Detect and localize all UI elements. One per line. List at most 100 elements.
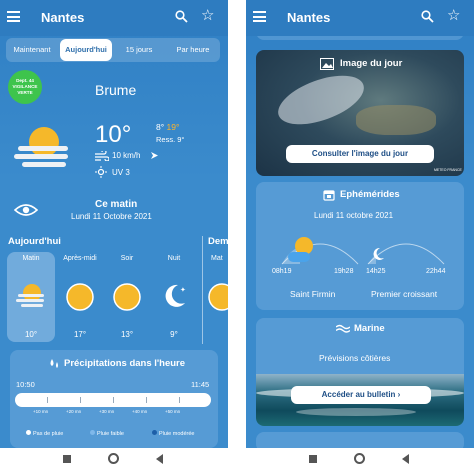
android-nav-bar: [246, 448, 474, 470]
weather-condition: Brume: [95, 82, 137, 98]
moon-arc: [367, 243, 445, 265]
search-icon[interactable]: [175, 10, 188, 23]
marine-title: Marine: [354, 323, 385, 334]
menu-icon[interactable]: [253, 11, 266, 22]
wind-speed: 10 km/h: [112, 151, 141, 160]
sun-icon: [208, 283, 228, 311]
city-title: Nantes: [41, 10, 85, 25]
current-temperature: 10°: [95, 121, 132, 148]
bulletin-button[interactable]: Accéder au bulletin ›: [291, 386, 431, 404]
tab-bar: Maintenant Aujourd'hui 15 jours Par heur…: [6, 38, 220, 62]
min-temp: 8°: [156, 122, 165, 132]
search-icon[interactable]: [421, 10, 434, 23]
vigilance-level: VERTE: [17, 90, 33, 95]
satellite-image[interactable]: Image du jour Consulter l'image du jour …: [256, 50, 464, 176]
wind-icon: [95, 151, 109, 161]
tab-hourly[interactable]: Par heure: [166, 38, 220, 62]
uv-sun-icon: [95, 166, 107, 178]
recent-apps-icon[interactable]: [309, 455, 317, 463]
hour-next-morning[interactable]: Mat: [205, 252, 228, 342]
hour-temp: 17°: [73, 330, 87, 339]
top-bar: Nantes ☆: [0, 0, 228, 36]
wind-direction-icon: [151, 152, 158, 159]
left-screen: Nantes ☆ Maintenant Aujourd'hui 15 jours…: [0, 0, 228, 448]
menu-icon[interactable]: [7, 11, 20, 22]
favorite-star-icon[interactable]: ☆: [447, 8, 460, 23]
sun-icon: [66, 283, 94, 311]
city-title: Nantes: [287, 10, 331, 25]
sun-arc: [281, 237, 359, 265]
precip-tick: +50 mn: [165, 409, 181, 414]
legend-moderate-rain: Pluie modérée: [152, 430, 194, 437]
moon-stars-icon: ✦: [165, 284, 186, 307]
day-divider: [202, 236, 203, 344]
back-icon[interactable]: [402, 454, 409, 464]
ephemerides-date: Lundi 11 octobre 2021: [314, 211, 394, 220]
precip-start-time: 10:50: [16, 380, 35, 389]
right-screen: Nantes ☆ Image du jour Consulter l'image…: [246, 0, 474, 448]
picture-icon: [320, 58, 334, 70]
image-credit: METEO FRANCE: [434, 168, 462, 172]
home-icon[interactable]: [108, 453, 119, 464]
hour-label: Après-midi: [63, 255, 97, 262]
legend-label: Pas de pluie: [33, 431, 64, 437]
uv-index: UV 3: [112, 168, 130, 177]
precipitation-title: Précipitations dans l'heure: [64, 358, 186, 369]
calendar-icon: [323, 190, 335, 201]
precip-tick: +30 mn: [99, 409, 115, 414]
hour-label: Soir: [120, 255, 134, 262]
land-shape: [356, 105, 436, 135]
svg-text:✦: ✦: [180, 286, 186, 294]
next-card-edge: [256, 432, 464, 448]
sun-icon: [113, 283, 141, 311]
moonset-time: 22h44: [426, 268, 446, 275]
legend-dot: [90, 430, 95, 435]
hour-afternoon[interactable]: Après-midi 17°: [56, 252, 104, 342]
tab-today[interactable]: Aujourd'hui: [60, 39, 112, 61]
moonrise-time: 14h25: [366, 268, 386, 275]
android-nav-bar: [0, 448, 228, 470]
sunrise-time: 08h19: [272, 268, 292, 275]
precip-tick: +10 mn: [33, 409, 49, 414]
hour-temp: 9°: [170, 330, 178, 339]
section-tomorrow: Dem: [208, 236, 228, 247]
moon-phase: Premier croissant: [371, 289, 438, 299]
legend-label: Pluie modérée: [159, 431, 195, 437]
precip-tick: +20 mn: [66, 409, 82, 414]
period-date: Lundi 11 Octobre 2021: [71, 212, 152, 221]
precip-end-time: 11:45: [191, 380, 210, 389]
waves-icon: [336, 324, 350, 333]
fog-sun-icon: [14, 127, 68, 167]
home-icon[interactable]: [354, 453, 365, 464]
wave-foam: [296, 408, 416, 416]
period-title: Ce matin: [95, 199, 138, 210]
tab-15-days[interactable]: 15 jours: [114, 38, 164, 62]
view-image-button[interactable]: Consulter l'image du jour: [286, 145, 434, 163]
recent-apps-icon[interactable]: [63, 455, 71, 463]
marine-card: Marine Prévisions côtières Accéder au bu…: [256, 318, 464, 426]
hour-label: Mat: [211, 255, 223, 262]
vigilance-badge[interactable]: Dept. 44 VIGILANCE VERTE: [8, 70, 42, 104]
legend-no-rain: Pas de pluie: [26, 430, 63, 437]
legend-light-rain: Pluie faible: [90, 430, 124, 437]
precipitation-bar: [15, 393, 211, 407]
feels-like: Ress. 9°: [156, 135, 185, 144]
max-temp: 19°: [166, 122, 180, 132]
bulletin-button-label: Accéder au bulletin: [321, 390, 396, 399]
eye-icon: [14, 204, 38, 216]
precipitation-card: Précipitations dans l'heure 10:50 11:45 …: [10, 350, 218, 448]
hour-label: Nuit: [167, 255, 181, 262]
hour-evening[interactable]: Soir 13°: [103, 252, 151, 342]
back-icon[interactable]: [156, 454, 163, 464]
section-today: Aujourd'hui: [8, 236, 61, 247]
top-bar: Nantes ☆: [246, 0, 474, 36]
hour-night[interactable]: Nuit ✦ 9°: [150, 252, 198, 342]
hour-label: Matin: [22, 255, 40, 262]
legend-label: Pluie faible: [97, 431, 124, 437]
fog-sun-icon: [16, 284, 44, 307]
hour-morning[interactable]: Matin 10°: [7, 252, 55, 342]
rain-drops-icon: [50, 359, 58, 368]
tab-now[interactable]: Maintenant: [6, 38, 58, 62]
favorite-star-icon[interactable]: ☆: [201, 8, 214, 23]
hour-temp: 10°: [24, 330, 38, 339]
